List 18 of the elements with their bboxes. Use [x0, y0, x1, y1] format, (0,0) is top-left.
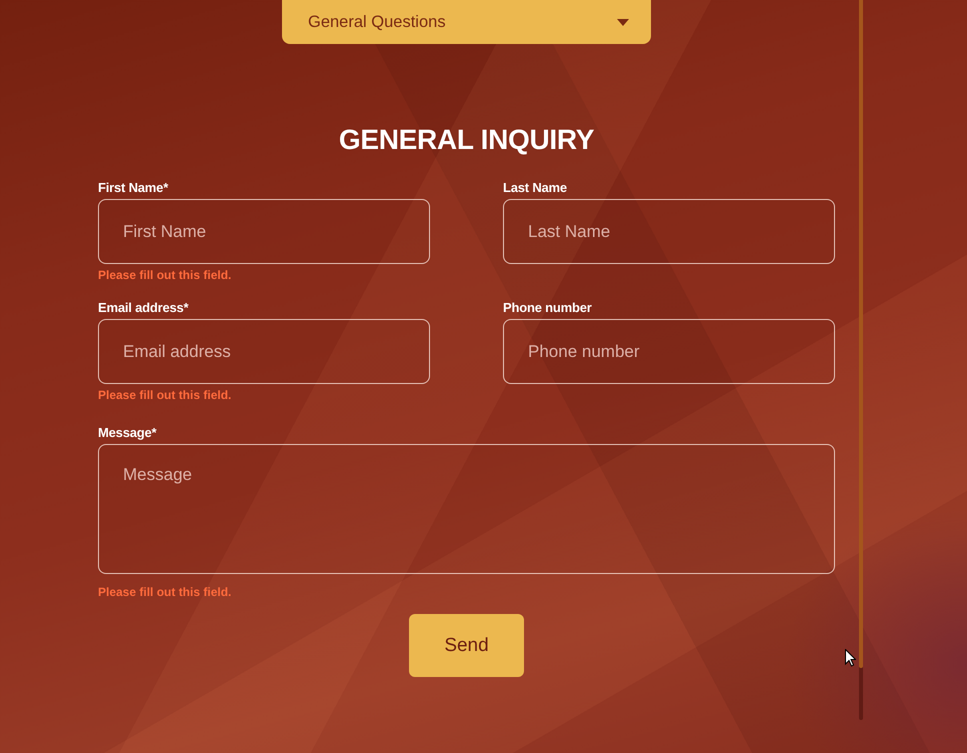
- category-dropdown[interactable]: General Questions: [282, 0, 651, 44]
- input-field[interactable]: Phone number: [503, 319, 835, 384]
- input-field[interactable]: Last Name: [503, 199, 835, 264]
- input-field[interactable]: Email address: [98, 319, 430, 384]
- input-field[interactable]: First Name: [98, 199, 430, 264]
- field-label: First Name*: [98, 180, 168, 196]
- error-message: Please fill out this field.: [98, 585, 232, 599]
- field-label: Last Name: [503, 180, 567, 196]
- error-message: Please fill out this field.: [98, 388, 232, 402]
- message-field[interactable]: Message: [98, 444, 835, 574]
- field-label: Phone number: [503, 300, 592, 316]
- caret-icon: [617, 18, 629, 26]
- send-button[interactable]: Send: [409, 614, 524, 677]
- field-label: Message*: [98, 425, 156, 441]
- mouse-cursor-icon: [845, 649, 856, 667]
- form-heading: GENERAL INQUIRY: [338, 124, 594, 156]
- error-message: Please fill out this field.: [98, 268, 232, 282]
- field-label: Email address*: [98, 300, 188, 316]
